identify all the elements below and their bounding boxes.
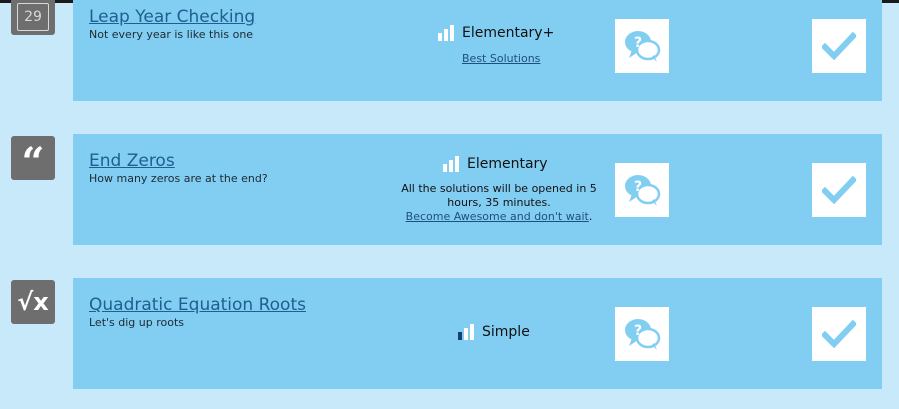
difficulty-label: Elementary+ <box>462 25 555 41</box>
speech-bubbles-question-icon: ? <box>625 175 661 206</box>
svg-text:?: ? <box>634 35 642 51</box>
task-title-link[interactable]: Quadratic Equation Roots <box>89 295 306 315</box>
task-card: Leap Year Checking Not every year is lik… <box>73 0 882 101</box>
solutions-notice-text: All the solutions will be opened in 5 ho… <box>401 182 597 209</box>
best-solutions-link[interactable]: Best Solutions <box>462 52 540 65</box>
hint-button[interactable]: ? <box>615 163 669 217</box>
difficulty-level: Simple <box>458 324 530 340</box>
task-card: End Zeros How many zeros are at the end?… <box>73 134 882 245</box>
become-awesome-link[interactable]: Become Awesome and don't wait <box>406 210 589 223</box>
difficulty-level: Elementary <box>443 156 548 172</box>
svg-text:?: ? <box>634 323 642 339</box>
task-card: Quadratic Equation Roots Let's dig up ro… <box>73 278 882 389</box>
difficulty-label: Elementary <box>467 156 548 172</box>
task-description: Let's dig up roots <box>89 316 185 329</box>
task-description: Not every year is like this one <box>89 28 254 41</box>
hint-button[interactable]: ? <box>615 19 669 73</box>
difficulty-label: Simple <box>482 324 530 340</box>
calendar-day-number: 29 <box>24 9 42 25</box>
solved-checkmark-button[interactable] <box>812 307 866 361</box>
calendar-29-icon: 29 <box>11 0 55 35</box>
speech-bubbles-question-icon: ? <box>625 31 661 62</box>
svg-text:?: ? <box>634 179 642 195</box>
checkmark-icon <box>822 32 856 60</box>
checkmark-icon <box>822 320 856 348</box>
hint-button[interactable]: ? <box>615 307 669 361</box>
checkmark-icon <box>822 176 856 204</box>
task-description: How many zeros are at the end? <box>89 172 268 185</box>
difficulty-bars-icon <box>443 156 459 172</box>
task-title-link[interactable]: Leap Year Checking <box>89 7 255 27</box>
solved-checkmark-button[interactable] <box>812 19 866 73</box>
difficulty-bars-icon <box>438 25 454 41</box>
difficulty-level: Elementary+ <box>438 25 554 41</box>
quote-icon: “ <box>11 136 55 183</box>
task-title-link[interactable]: End Zeros <box>89 151 175 171</box>
difficulty-bars-icon <box>458 324 474 340</box>
sqrt-x-icon: √x <box>11 280 55 324</box>
solved-checkmark-button[interactable] <box>812 163 866 217</box>
solutions-notice: All the solutions will be opened in 5 ho… <box>399 182 599 224</box>
speech-bubbles-question-icon: ? <box>625 319 661 350</box>
